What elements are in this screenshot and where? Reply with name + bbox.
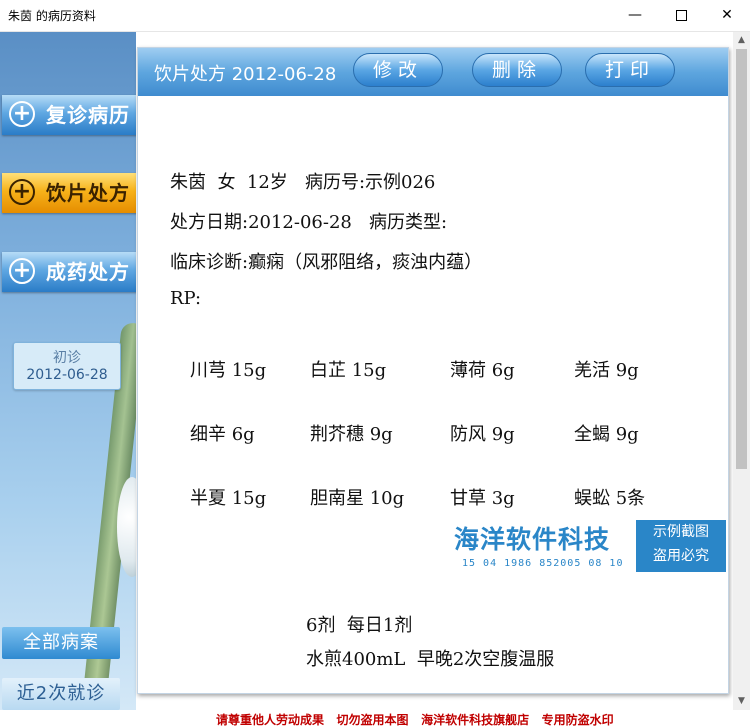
footer-text: 请尊重他人劳动成果 切勿盗用本图 海洋软件科技旗舰店 专用防盗水印 <box>216 713 614 727</box>
scroll-up-icon[interactable]: ▲ <box>733 32 750 49</box>
print-button[interactable]: 打印 <box>585 53 675 87</box>
nav-label: 成药处方 <box>46 260 130 284</box>
watermark-code: 15 04 1986 852005 08 10 <box>462 558 624 569</box>
herb-item: 荆芥穗 9g <box>310 424 393 445</box>
herb-item: 薄荷 6g <box>450 360 515 381</box>
watermark-name: 海洋软件科技 <box>454 525 611 554</box>
visit-type: 初诊 <box>53 350 81 366</box>
delete-button[interactable]: 删除 <box>472 53 562 87</box>
maximize-icon[interactable] <box>658 0 704 31</box>
watermark-stamp: 示例截图 盗用必究 <box>636 520 726 572</box>
dosage-info: 6剂 每日1剂 <box>306 615 413 636</box>
watermark: 海洋软件科技 15 04 1986 852005 08 10 示例截图 盗用必究 <box>450 518 726 584</box>
panel-title: 饮片处方 2012-06-28 <box>154 64 337 85</box>
herb-item: 防风 9g <box>450 424 515 445</box>
herb-item: 甘草 3g <box>450 488 515 509</box>
panel-header: 饮片处方 2012-06-28 修改 删除 打印 <box>138 48 728 96</box>
scroll-down-icon[interactable]: ▼ <box>733 693 750 710</box>
herb-item: 半夏 15g <box>190 488 267 509</box>
nav-patent-medicine[interactable]: + 成药处方 <box>2 252 136 292</box>
minimize-icon[interactable]: — <box>612 0 658 31</box>
watermark-stamp-line: 示例截图 <box>653 524 709 540</box>
close-icon[interactable]: ✕ <box>704 0 750 31</box>
scroll-thumb[interactable] <box>736 49 747 469</box>
recent-visits-button[interactable]: 近2次就诊 <box>2 678 120 710</box>
herb-item: 川芎 15g <box>190 360 267 381</box>
visit-card[interactable]: 初诊 2012-06-28 <box>13 342 121 390</box>
rp-label: RP: <box>170 288 202 309</box>
nav-label: 饮片处方 <box>46 181 130 205</box>
title-bar: 朱茵 的病历资料 — ✕ <box>0 0 750 32</box>
footer-watermark: 请尊重他人劳动成果 切勿盗用本图 海洋软件科技旗舰店 专用防盗水印 <box>0 710 750 727</box>
window-title: 朱茵 的病历资料 <box>8 9 96 23</box>
prescription-date: 处方日期:2012-06-28 病历类型: <box>170 212 448 233</box>
herb-item: 羌活 9g <box>574 360 639 381</box>
watermark-stamp-line: 盗用必究 <box>653 548 709 564</box>
herb-item: 全蝎 9g <box>574 424 639 445</box>
sidebar: + 复诊病历 + 饮片处方 + 成药处方 初诊 2012-06-28 <box>0 32 136 710</box>
decoction-method: 水煎400mL 早晚2次空腹温服 <box>306 649 555 670</box>
nav-herbal-prescription[interactable]: + 饮片处方 <box>2 173 136 213</box>
clinical-diagnosis: 临床诊断:癫痫（风邪阻络，痰浊内蕴） <box>170 252 483 273</box>
all-cases-button[interactable]: 全部病案 <box>2 627 120 659</box>
plus-circle-icon: + <box>9 258 35 284</box>
herb-item: 细辛 6g <box>190 424 255 445</box>
plus-circle-icon: + <box>9 101 35 127</box>
plus-circle-icon: + <box>9 179 35 205</box>
prescription-panel: 饮片处方 2012-06-28 修改 删除 打印 朱茵 女 12岁 病历号:示例… <box>137 47 729 694</box>
nav-revisit-record[interactable]: + 复诊病历 <box>2 95 136 135</box>
herb-item: 胆南星 10g <box>310 488 405 509</box>
visit-date: 2012-06-28 <box>26 367 108 383</box>
herb-item: 白芷 15g <box>310 360 387 381</box>
patient-info: 朱茵 女 12岁 病历号:示例026 <box>170 172 436 193</box>
nav-label: 复诊病历 <box>46 103 130 127</box>
vertical-scrollbar[interactable]: ▲ ▼ <box>733 32 750 710</box>
edit-button[interactable]: 修改 <box>353 53 443 87</box>
prescription-content: 朱茵 女 12岁 病历号:示例026 处方日期:2012-06-28 病历类型:… <box>138 96 728 693</box>
herb-item: 蜈蚣 5条 <box>574 488 646 509</box>
